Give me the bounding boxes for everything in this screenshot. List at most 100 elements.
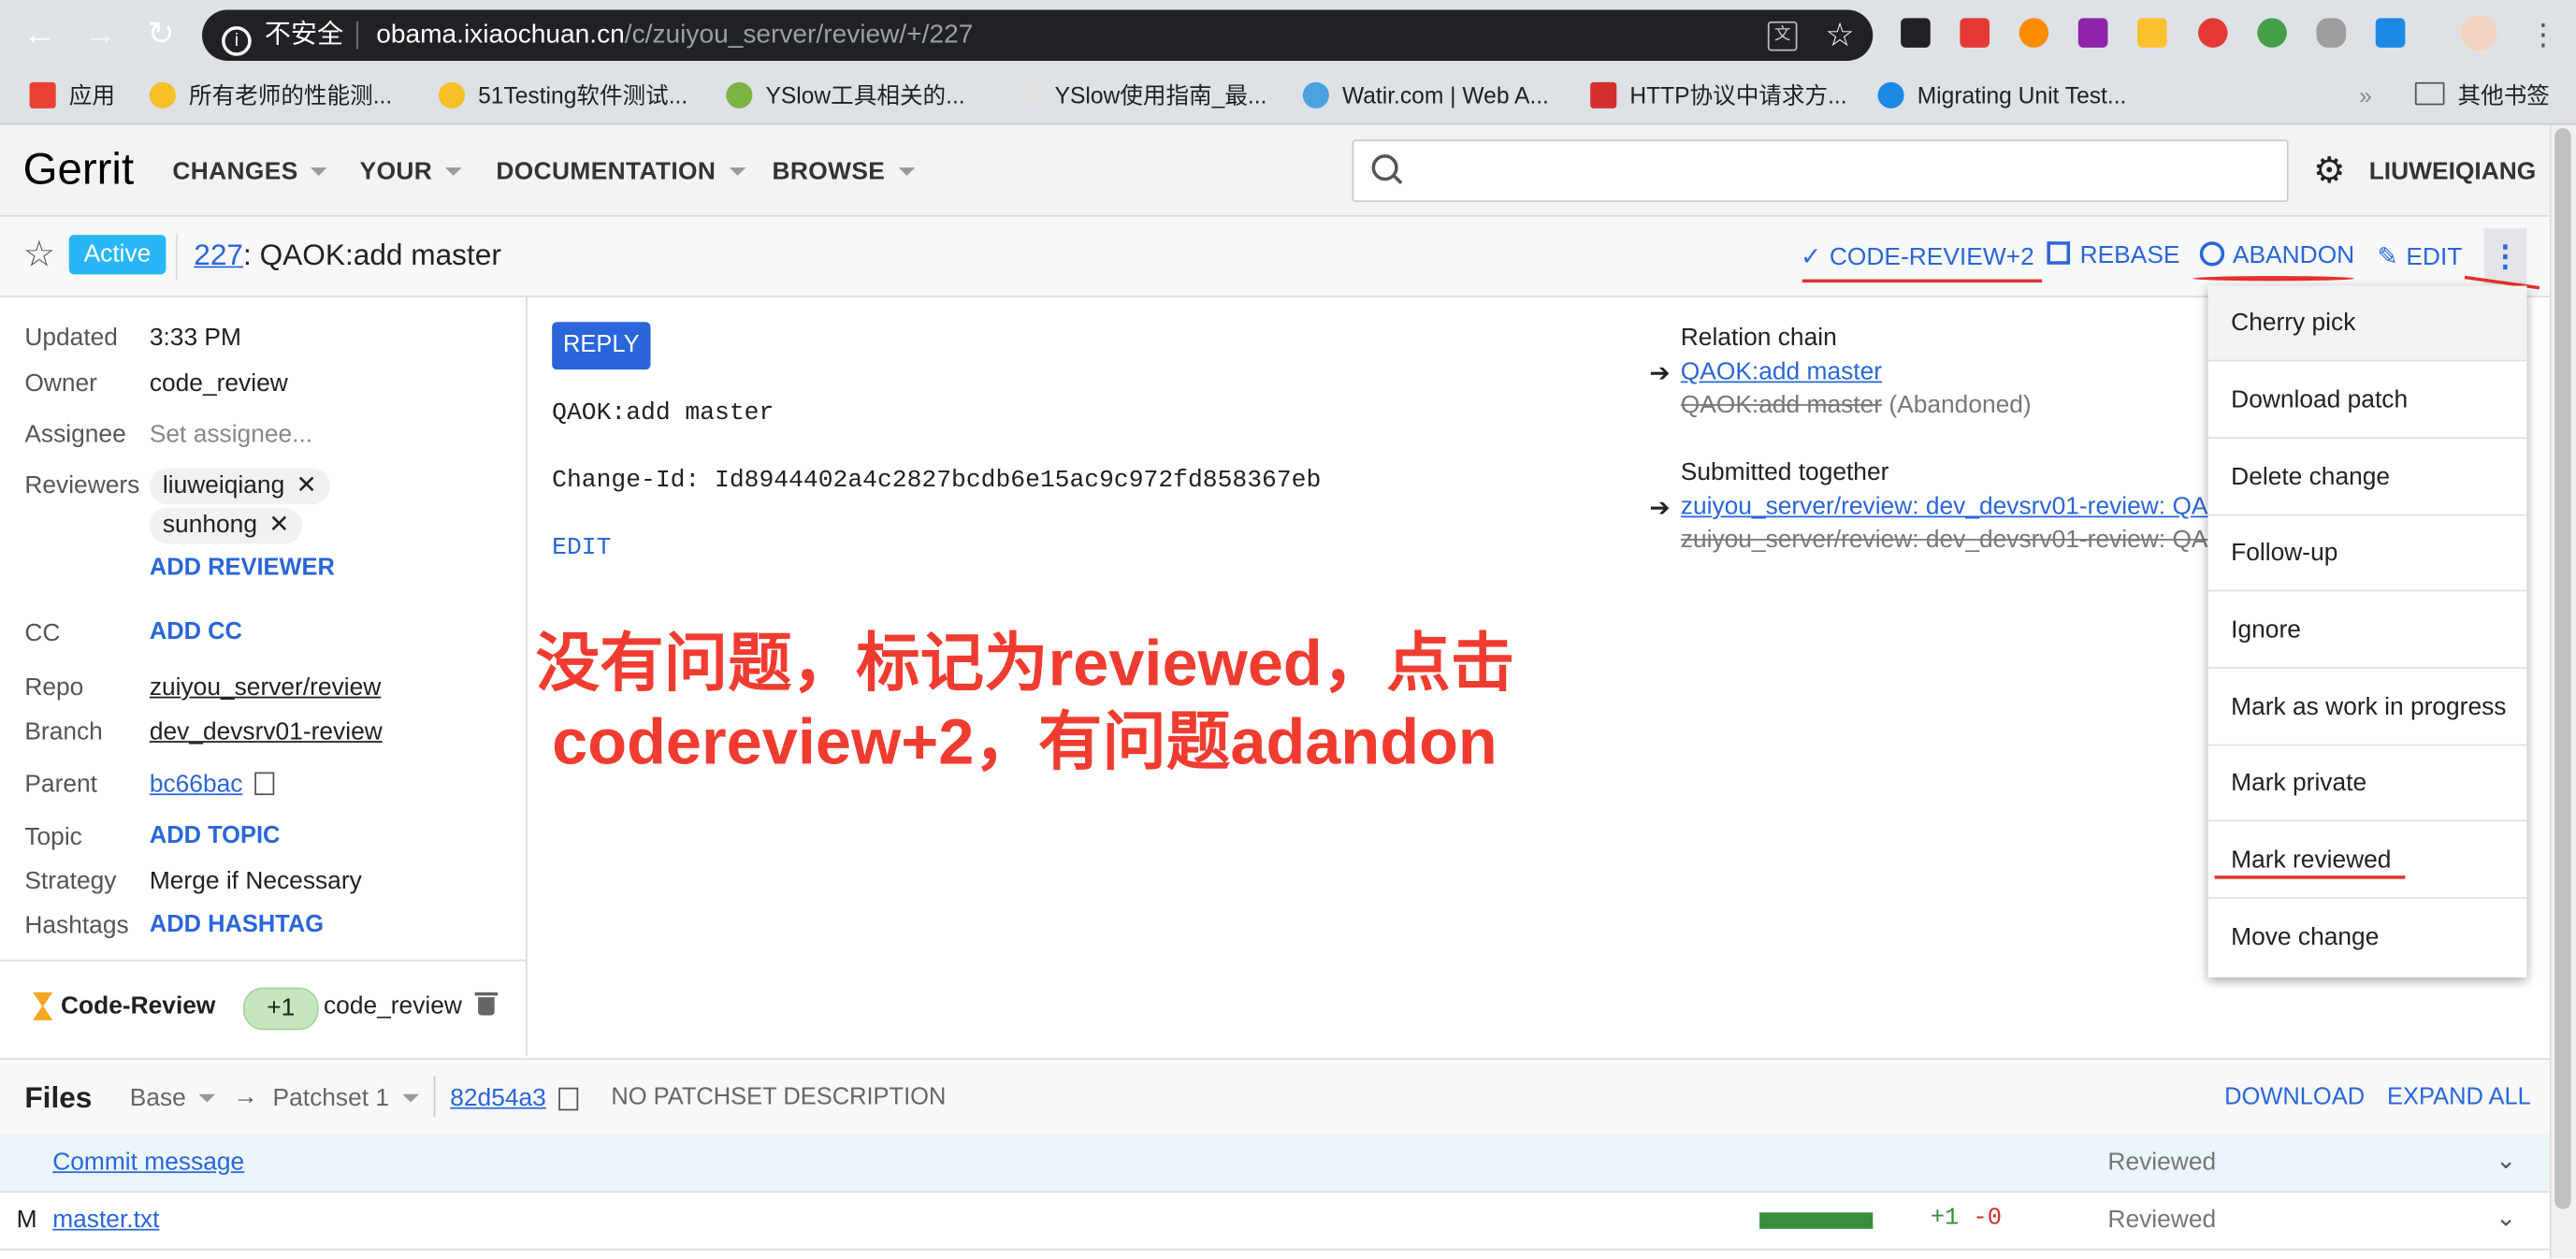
menu-item-cherry-pick[interactable]: Cherry pick [2207,285,2527,362]
reviewed-toggle[interactable]: Reviewed [2107,1206,2216,1234]
commit-hash-link[interactable]: 82d54a3 [450,1084,546,1112]
abandon-button[interactable]: ABANDON [2199,241,2354,269]
file-row[interactable]: M master.txt +1 -0 Reviewed ⌄ [0,1193,2550,1251]
chevron-down-icon[interactable]: ⌄ [2496,1145,2516,1175]
menu-item-follow-up[interactable]: Follow-up [2207,516,2527,592]
bookmark-item[interactable]: Watir.com | Web A... [1302,69,1549,123]
address-bar[interactable]: i 不安全 obama.ixiaochuan.cn/c/zuiyou_server… [202,9,1874,61]
submitted-together-struck[interactable]: zuiyou_server/review: dev_devsrv01-revie… [1681,526,2208,554]
gerrit-logo[interactable]: Gerrit [23,145,135,195]
forward-arrow-icon[interactable]: → [84,18,117,51]
more-vert-icon: ⋮ [2490,239,2521,273]
settings-gear-icon[interactable]: ⚙ [2313,152,2346,189]
bookmarks-overflow-icon[interactable]: » [2359,69,2372,123]
user-account[interactable]: LIUWEIQIANG [2369,158,2537,186]
file-name-link[interactable]: master.txt [52,1206,159,1234]
extension-orange-icon[interactable] [2019,18,2049,48]
bookmark-apps[interactable]: 应用 [29,69,115,123]
menu-changes[interactable]: CHANGES [172,158,328,185]
menu-item-mark-wip[interactable]: Mark as work in progress [2207,671,2527,746]
delete-icon[interactable] [478,997,495,1016]
file-name-link[interactable]: Commit message [52,1149,244,1177]
menu-item-delete-change[interactable]: Delete change [2207,441,2527,516]
bookmark-star-icon[interactable]: ☆ [1825,15,1855,56]
rebase-button[interactable]: REBASE [2047,241,2179,269]
extension-rp-icon[interactable] [2077,18,2108,48]
search-input[interactable] [1352,139,2289,203]
security-indicator[interactable]: i 不安全 [222,10,343,61]
edit-button[interactable]: ✎ EDIT [2377,241,2462,271]
chevron-down-icon[interactable]: ⌄ [2496,1203,2516,1232]
reload-icon[interactable]: ↻ [145,18,178,51]
bookmark-item[interactable]: 所有老师的性能测... [149,69,392,123]
code-review-plus2-button[interactable]: ✓ CODE-REVIEW+2 [1801,241,2034,271]
pencil-icon: ✎ [2377,242,2398,271]
bookmark-favicon-icon [1877,81,1904,109]
submitted-together-link[interactable]: zuiyou_server/review: dev_devsrv01-revie… [1681,493,2208,521]
change-number-link[interactable]: 227 [194,239,243,271]
bookmark-item[interactable]: YSlow使用指南_最... [1015,69,1266,123]
star-icon[interactable]: ☆ [23,233,56,276]
reviewer-chip[interactable]: sunhong ✕ [149,507,303,544]
extension-x-icon[interactable] [1901,18,1931,48]
download-button[interactable]: DOWNLOAD [2224,1084,2365,1110]
base-select[interactable]: Base [130,1084,216,1112]
extension-s-icon[interactable] [2375,18,2406,48]
overflow-dropdown-menu: Cherry pick Download patch Delete change… [2207,285,2527,978]
bookmark-item[interactable]: Migrating Unit Test... [1877,69,2126,123]
back-arrow-icon[interactable]: ← [23,18,56,51]
relation-chain-current-link[interactable]: QAOK:add master [1681,358,1882,386]
change-info-panel: Updated 3:33 PM Owner code_review Assign… [0,297,528,1057]
menu-your[interactable]: YOUR [360,158,462,185]
menu-item-ignore[interactable]: Ignore [2207,593,2527,669]
reply-button[interactable]: REPLY [552,322,651,370]
status-badge: Active [68,235,166,275]
owner-value[interactable]: code_review [150,369,288,398]
menu-item-mark-reviewed[interactable]: Mark reviewed [2207,823,2527,899]
extension-grid-icon[interactable] [2137,18,2167,48]
reviewed-toggle[interactable]: Reviewed [2107,1149,2216,1177]
copy-icon[interactable] [253,772,274,796]
relation-chain-abandoned[interactable]: QAOK:add master (Abandoned) [1681,391,2032,419]
repo-link[interactable]: zuiyou_server/review [150,673,381,702]
add-reviewer-button[interactable]: ADD REVIEWER [150,556,335,582]
menu-item-mark-private[interactable]: Mark private [2207,745,2527,822]
reviewer-chip[interactable]: liuweiqiang ✕ [149,468,330,505]
scrollbar-thumb[interactable] [2554,127,2571,1209]
bookmark-item[interactable]: HTTP协议中请求方... [1590,69,1847,123]
browser-menu-icon[interactable]: ⋮ [2526,18,2559,51]
url-text[interactable]: obama.ixiaochuan.cn/c/zuiyou_server/revi… [376,10,973,61]
extension-stop-icon[interactable] [2198,18,2228,48]
menu-item-move-change[interactable]: Move change [2208,900,2527,976]
add-topic-button[interactable]: ADD TOPIC [150,823,281,849]
evernote-icon[interactable] [2257,18,2287,48]
patchset-select[interactable]: Patchset 1 [273,1084,419,1112]
translate-icon[interactable]: 文 [1767,21,1798,51]
gerrit-header: Gerrit CHANGES YOUR DOCUMENTATION BROWSE… [0,124,2550,217]
close-icon[interactable]: ✕ [268,511,289,539]
edit-commit-message-button[interactable]: EDIT [552,534,611,562]
bookmark-item[interactable]: YSlow工具相关的... [726,69,965,123]
profile-avatar[interactable] [2461,14,2497,51]
close-icon[interactable]: ✕ [297,471,317,499]
menu-browse[interactable]: BROWSE [772,158,915,185]
bookmarks-bar: 应用 所有老师的性能测... 51Testing软件测试... YSlow工具相… [0,68,2576,125]
parent-link[interactable]: bc66bac [150,771,243,799]
other-bookmarks[interactable]: 其他书签 [2414,69,2550,123]
annotation-underline [2192,276,2354,282]
assignee-input[interactable]: Set assignee... [150,421,312,449]
bookmark-item[interactable]: 51Testing软件测试... [438,69,687,123]
branch-link[interactable]: dev_devsrv01-review [150,718,383,746]
copy-icon[interactable] [558,1087,579,1111]
extension-pdf-icon[interactable] [1960,18,1990,48]
info-icon: i [222,26,252,56]
overflow-menu-button[interactable]: ⋮ [2483,228,2527,284]
menu-documentation[interactable]: DOCUMENTATION [496,158,745,185]
add-hashtag-button[interactable]: ADD HASHTAG [150,912,324,938]
expand-all-button[interactable]: EXPAND ALL [2387,1084,2531,1110]
add-cc-button[interactable]: ADD CC [150,619,242,645]
vote-chip[interactable]: +1 [242,987,319,1031]
menu-item-download-patch[interactable]: Download patch [2207,363,2527,439]
extension-shield-icon[interactable] [2316,18,2347,48]
file-row[interactable]: Commit message Reviewed ⌄ [0,1135,2550,1194]
